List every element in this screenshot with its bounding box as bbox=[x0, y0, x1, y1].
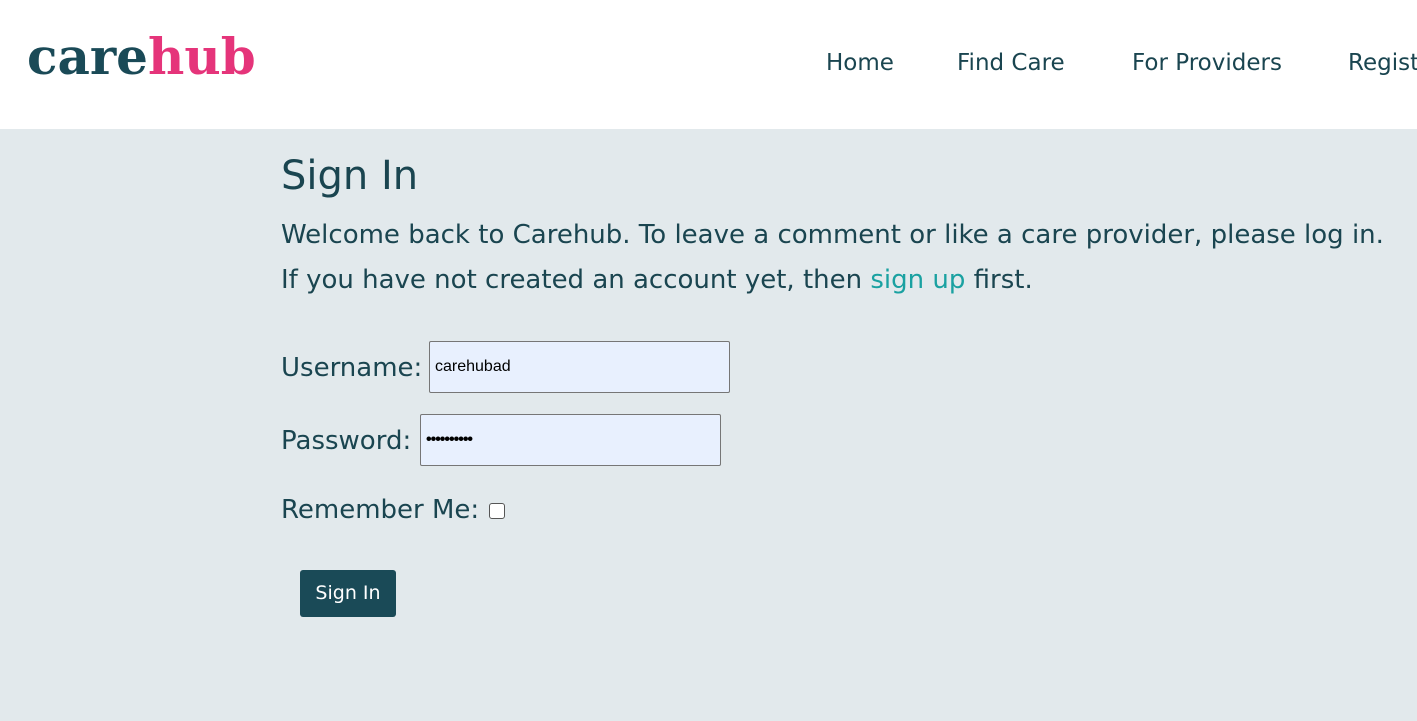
remember-me-checkbox[interactable] bbox=[489, 503, 505, 519]
page-title: Sign In bbox=[281, 153, 419, 199]
intro-text-start: Welcome back to Carehub. To leave a comm… bbox=[281, 220, 1384, 295]
password-input[interactable] bbox=[420, 414, 721, 466]
nav-register[interactable]: Register bbox=[1348, 46, 1417, 80]
nav-home[interactable]: Home bbox=[826, 46, 894, 80]
sign-in-button[interactable]: Sign In bbox=[300, 570, 396, 617]
intro-text: Welcome back to Carehub. To leave a comm… bbox=[281, 213, 1391, 303]
remember-me-label: Remember Me: bbox=[281, 495, 480, 525]
site-header: carehub Home Find Care For Providers Reg… bbox=[0, 0, 1417, 129]
main-content: Sign In Welcome back to Carehub. To leav… bbox=[0, 129, 1417, 721]
nav-for-providers[interactable]: For Providers bbox=[1132, 46, 1282, 80]
intro-text-end: first. bbox=[965, 265, 1033, 295]
main-nav: Home Find Care For Providers Register bbox=[0, 46, 1417, 80]
password-label: Password: bbox=[281, 426, 412, 456]
username-input[interactable] bbox=[429, 341, 730, 393]
username-label: Username: bbox=[281, 353, 423, 383]
nav-find-care[interactable]: Find Care bbox=[957, 46, 1065, 80]
sign-up-link[interactable]: sign up bbox=[870, 265, 965, 295]
